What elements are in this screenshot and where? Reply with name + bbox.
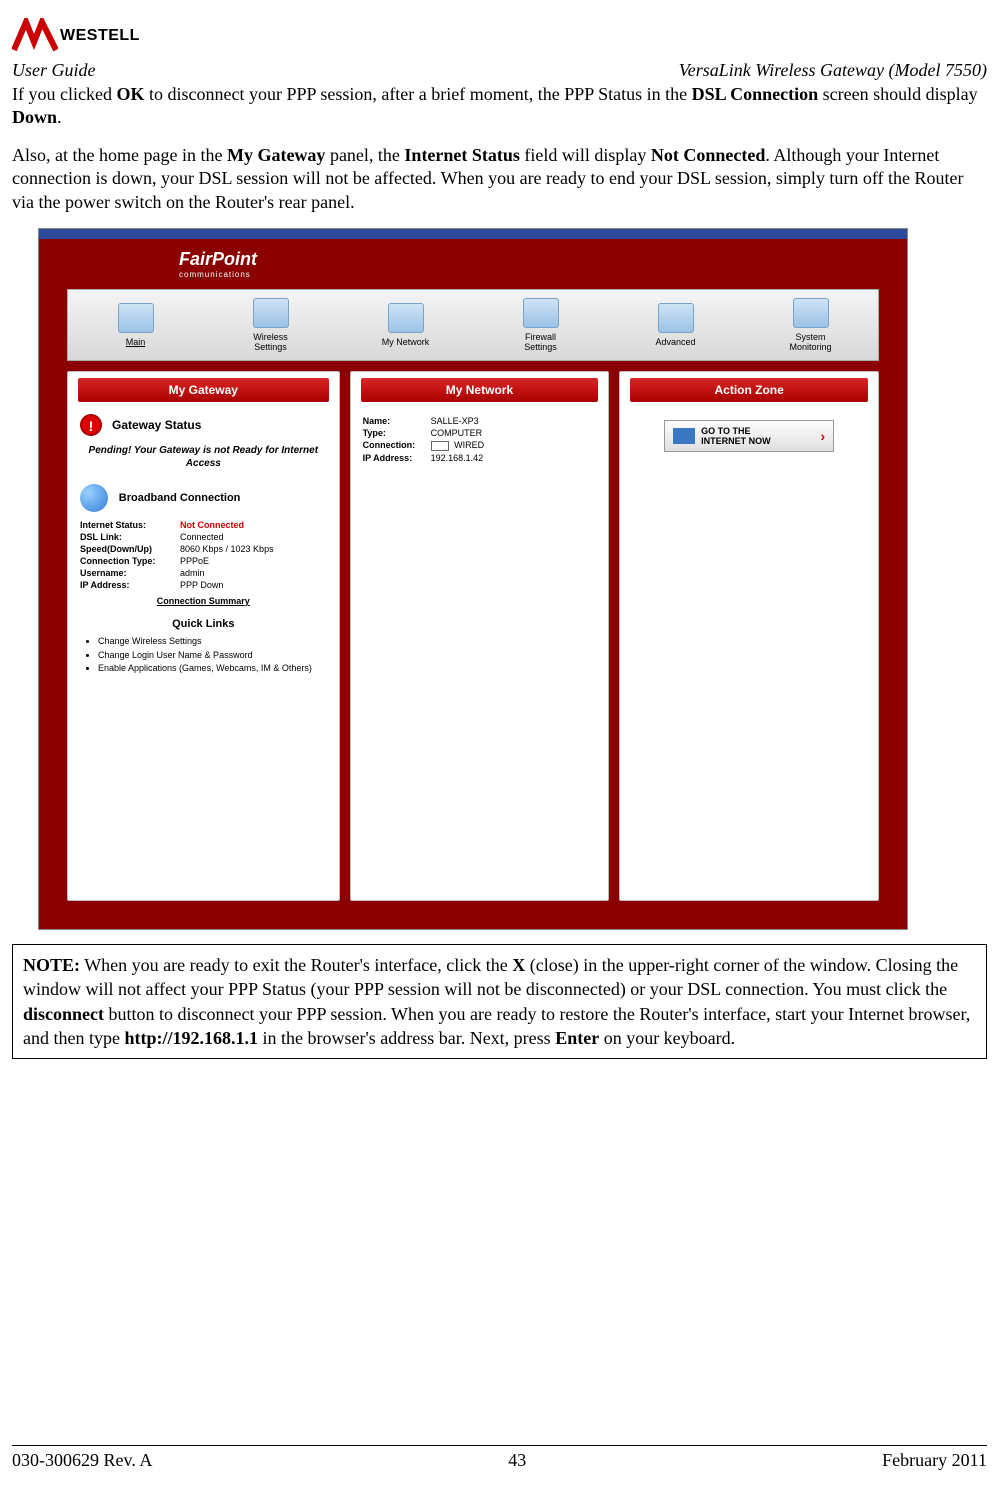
nav-system-monitoring[interactable]: System Monitoring [756,298,866,352]
main-nav: Main Wireless Settings My Network Firewa… [67,289,879,361]
gateway-status-row: ! Gateway Status [80,414,327,436]
nav-monitoring-icon [793,298,829,328]
panel-action-zone: Action Zone GO TO THE INTERNET NOW › [619,371,879,901]
quick-links-list: Change Wireless Settings Change Login Us… [80,636,327,675]
footer-date: February 2011 [882,1450,987,1471]
window-titlebar [39,229,907,239]
internet-icon [673,428,695,444]
nav-advanced[interactable]: Advanced [621,303,731,347]
wired-icon [431,441,449,451]
fairpoint-logo: FairPoint communications [179,249,257,279]
panels-row: My Gateway ! Gateway Status Pending! You… [67,371,879,901]
brand-name: WESTELL [60,27,140,45]
chevron-right-icon: › [820,428,825,444]
router-content-area: Main Wireless Settings My Network Firewa… [39,289,907,929]
connection-summary-link[interactable]: Connection Summary [80,596,327,606]
quick-links-heading: Quick Links [80,618,327,630]
note-box: NOTE: When you are ready to exit the Rou… [12,944,987,1059]
brand-logo: WESTELL [12,18,987,54]
kv-dsl-link: DSL Link: Connected [80,532,327,542]
kv-conn-type: Connection Type: PPPoE [80,556,327,566]
broadband-heading: Broadband Connection [119,492,241,504]
quick-link-wireless[interactable]: Change Wireless Settings [98,636,327,648]
doc-header: User Guide VersaLink Wireless Gateway (M… [12,60,987,81]
quick-link-login[interactable]: Change Login User Name & Password [98,650,327,662]
kv-ip-address: IP Address: PPP Down [80,580,327,590]
nav-my-network[interactable]: My Network [351,303,461,347]
nav-wireless-settings[interactable]: Wireless Settings [216,298,326,352]
nav-main-icon [118,303,154,333]
nav-network-icon [388,303,424,333]
footer-doc-id: 030-300629 Rev. A [12,1450,152,1471]
kv-internet-status: Internet Status: Not Connected [80,520,327,530]
header-left: User Guide [12,60,96,81]
panel-my-network: My Network Name: SALLE-XP3 Type: COMPUTE… [350,371,610,901]
quick-link-apps[interactable]: Enable Applications (Games, Webcams, IM … [98,663,327,675]
device-ip-row: IP Address: 192.168.1.42 [363,453,597,463]
nav-firewall-icon [523,298,559,328]
broadband-heading-row: Broadband Connection [80,484,327,512]
nav-wireless-icon [253,298,289,328]
go-to-internet-button[interactable]: GO TO THE INTERNET NOW › [664,420,834,452]
globe-icon [80,484,108,512]
embedded-screenshot: FairPoint communications Main Wireless S… [38,228,987,930]
header-right: VersaLink Wireless Gateway (Model 7550) [679,60,987,81]
go-to-internet-label: GO TO THE INTERNET NOW [701,426,771,446]
paragraph-1: If you clicked OK to disconnect your PPP… [12,83,987,130]
gateway-pending-text: Pending! Your Gateway is not Ready for I… [86,444,321,470]
kv-speed: Speed(Down/Up) 8060 Kbps / 1023 Kbps [80,544,327,554]
paragraph-2: Also, at the home page in the My Gateway… [12,144,987,214]
panel-network-title: My Network [361,378,599,402]
device-name-row: Name: SALLE-XP3 [363,416,597,426]
brand-mark-icon [12,18,58,54]
footer-page-number: 43 [508,1450,526,1471]
page-footer: 030-300629 Rev. A 43 February 2011 [12,1445,987,1471]
gateway-status-heading: Gateway Status [112,418,201,432]
nav-advanced-icon [658,303,694,333]
nav-main[interactable]: Main [81,303,191,347]
device-type-row: Type: COMPUTER [363,428,597,438]
panel-my-gateway: My Gateway ! Gateway Status Pending! You… [67,371,340,901]
device-connection-row: Connection: WIRED [363,440,597,451]
nav-firewall-settings[interactable]: Firewall Settings [486,298,596,352]
kv-username: Username: admin [80,568,327,578]
panel-action-title: Action Zone [630,378,868,402]
panel-gateway-title: My Gateway [78,378,329,402]
isp-logo-row: FairPoint communications [39,239,907,289]
router-ui: FairPoint communications Main Wireless S… [38,228,908,930]
alert-icon: ! [80,414,102,436]
